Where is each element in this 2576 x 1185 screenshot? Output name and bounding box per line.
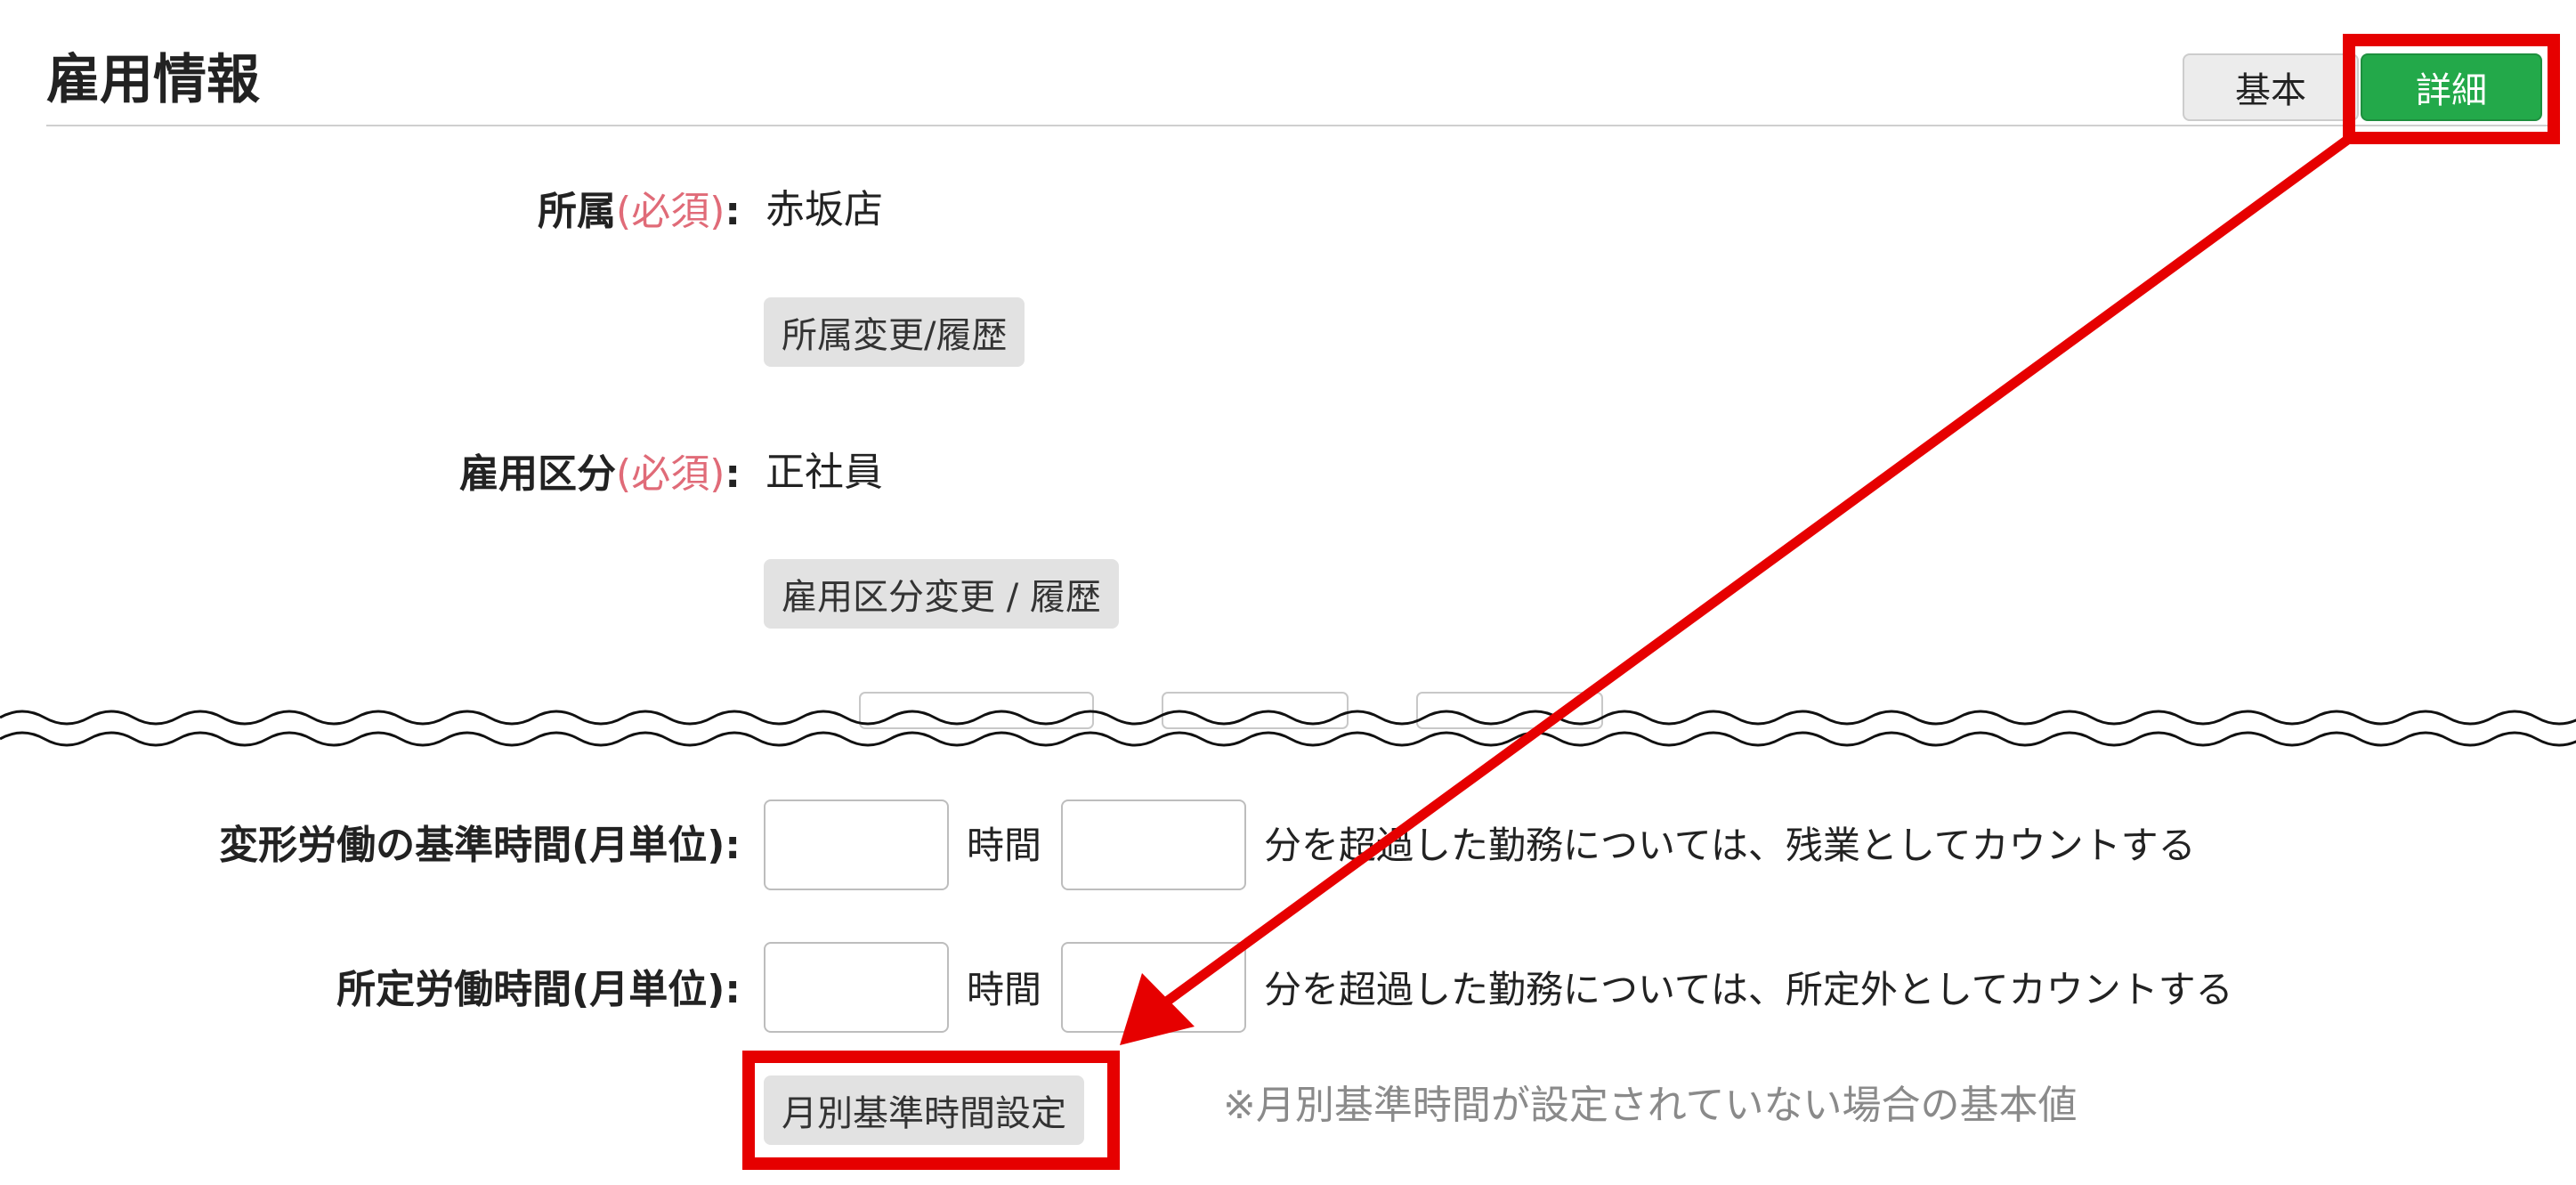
annotation-arrow	[1120, 133, 2355, 1045]
arrow-shaft	[1162, 133, 2355, 1006]
